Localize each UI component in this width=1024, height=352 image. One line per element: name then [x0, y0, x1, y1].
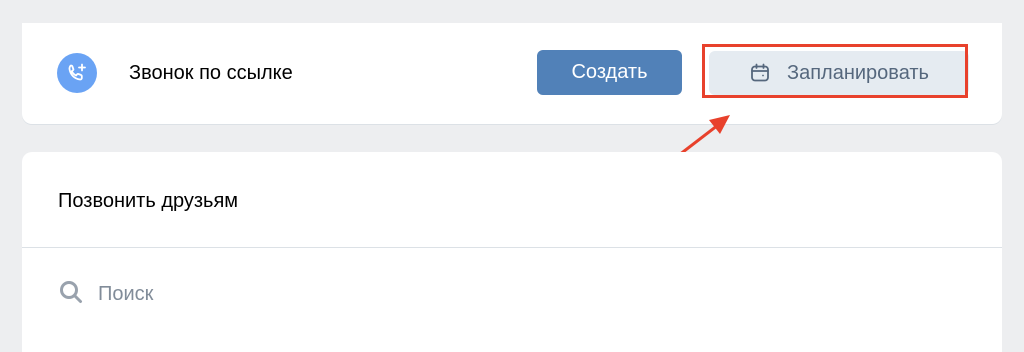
call-by-link-card: Звонок по ссылке Создать Запланировать [22, 23, 1002, 124]
phone-plus-icon [57, 53, 97, 93]
divider [22, 247, 1002, 248]
call-by-link-title: Звонок по ссылке [129, 62, 293, 84]
call-friends-title: Позвонить друзьям [58, 190, 239, 212]
call-friends-card: Позвонить друзьям [22, 152, 1002, 352]
search-field[interactable] [58, 274, 958, 314]
schedule-button-label: Запланировать [787, 61, 929, 84]
search-icon [58, 279, 84, 310]
create-button[interactable]: Создать [537, 50, 682, 95]
search-input[interactable] [98, 282, 898, 306]
calendar-icon [749, 62, 771, 84]
schedule-button[interactable]: Запланировать [709, 51, 969, 95]
